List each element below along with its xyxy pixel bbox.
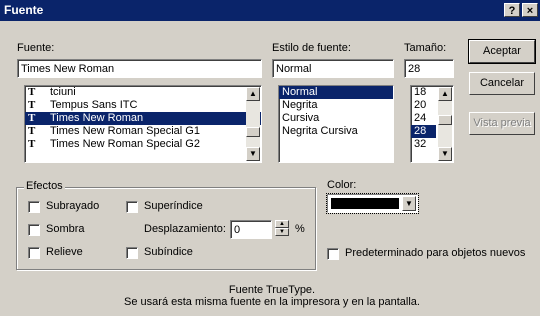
font-list-item-label: Times New Roman Special G2 (50, 138, 200, 150)
font-list-item-label: Times New Roman (50, 112, 144, 124)
font-list-item-label: tciuni (50, 86, 76, 98)
truetype-icon: T (28, 112, 36, 124)
size-list[interactable]: 18 20 24 28 32 ▲ ▼ (410, 85, 454, 163)
offset-label: Desplazamiento: (144, 223, 226, 235)
superscript-label[interactable]: Superíndice (144, 200, 203, 212)
font-list-item[interactable]: T Tempus Sans ITC (25, 99, 261, 112)
close-button[interactable]: × (522, 3, 538, 17)
chevron-down-icon[interactable]: ▼ (402, 196, 416, 211)
shadow-checkbox[interactable] (28, 224, 40, 236)
effects-label: Efectos (24, 180, 65, 192)
subscript-label[interactable]: Subíndice (144, 246, 193, 258)
font-list-item[interactable]: T Times New Roman Special G1 (25, 125, 261, 138)
window-title: Fuente (4, 3, 44, 17)
size-input-box[interactable] (405, 60, 453, 77)
style-list-item[interactable]: Normal (279, 86, 393, 99)
scroll-down-icon[interactable]: ▼ (438, 147, 452, 161)
font-input[interactable] (17, 59, 262, 78)
font-info-line1: Fuente TrueType. (228, 284, 316, 296)
scroll-up-icon[interactable]: ▲ (438, 87, 452, 101)
default-checkbox-label[interactable]: Predeterminado para objetos nuevos (345, 247, 525, 259)
font-list-item[interactable]: T Times New Roman (25, 112, 261, 125)
color-select[interactable]: ▼ (326, 193, 419, 214)
shadow-label[interactable]: Sombra (46, 223, 85, 235)
scroll-down-icon[interactable]: ▼ (246, 147, 260, 161)
spin-up-icon[interactable]: ▲ (275, 220, 289, 228)
style-label: Estilo de fuente: (272, 42, 351, 54)
underline-label[interactable]: Subrayado (46, 200, 99, 212)
font-list-item-label: Tempus Sans ITC (50, 99, 138, 111)
style-list-item[interactable]: Negrita Cursiva (279, 125, 393, 138)
size-list-item[interactable]: 24 (411, 112, 436, 125)
help-button[interactable]: ? (504, 3, 520, 17)
truetype-icon: T (28, 86, 36, 98)
truetype-icon: T (28, 138, 36, 150)
accept-button[interactable]: Aceptar (468, 39, 536, 64)
scroll-thumb[interactable] (438, 115, 452, 125)
size-list-item[interactable]: 18 (411, 86, 436, 99)
truetype-icon: T (28, 99, 36, 111)
font-input-box[interactable] (18, 60, 261, 77)
spin-down-icon[interactable]: ▼ (275, 228, 289, 236)
superscript-checkbox[interactable] (126, 201, 138, 213)
color-label: Color: (327, 179, 357, 191)
default-checkbox[interactable] (327, 248, 339, 260)
size-list-item[interactable]: 20 (411, 99, 436, 112)
offset-spinner[interactable]: ▲ ▼ (275, 220, 289, 236)
truetype-icon: T (28, 125, 36, 137)
font-info: Fuente TrueType. Se usará esta misma fue… (16, 284, 528, 308)
style-input[interactable] (272, 59, 394, 78)
relief-checkbox[interactable] (28, 247, 40, 259)
font-list-item[interactable]: Ttciuni (25, 86, 261, 99)
font-list[interactable]: Ttciuni T Tempus Sans ITC T Times New Roman T… (24, 85, 262, 163)
scroll-thumb[interactable] (246, 127, 260, 137)
font-list-scrollbar[interactable]: ▲ ▼ (246, 87, 260, 161)
font-info-line2: Se usará esta misma fuente en la impreso… (124, 296, 420, 308)
size-input[interactable] (404, 59, 454, 78)
offset-input-box[interactable] (231, 221, 271, 238)
size-list-scrollbar[interactable]: ▲ ▼ (438, 87, 452, 161)
font-list-item-label: Times New Roman Special G1 (50, 125, 200, 137)
font-list-item[interactable]: T Times New Roman Special G2 (25, 138, 261, 151)
font-label: Fuente: (17, 42, 55, 54)
style-list[interactable]: Normal Negrita Cursiva Negrita Cursiva (278, 85, 394, 163)
preview-button[interactable]: Vista previa (469, 112, 535, 135)
cancel-button[interactable]: Cancelar (469, 72, 535, 95)
subscript-checkbox[interactable] (126, 247, 138, 259)
size-label: Tamaño: (404, 42, 447, 54)
title-bar: Fuente ? × (0, 0, 540, 21)
size-list-item[interactable]: 32 (411, 138, 436, 151)
offset-input[interactable] (230, 220, 272, 239)
offset-unit: % (295, 223, 305, 235)
style-input-box[interactable] (273, 60, 393, 77)
underline-checkbox[interactable] (28, 201, 40, 213)
color-swatch (331, 198, 399, 209)
relief-label[interactable]: Relieve (46, 246, 83, 258)
font-list-items: Ttciuni T Tempus Sans ITC T Times New Roman T… (25, 86, 261, 151)
size-list-item[interactable]: 28 (411, 125, 436, 138)
style-list-items: Normal Negrita Cursiva Negrita Cursiva (279, 86, 393, 138)
style-list-item[interactable]: Negrita (279, 99, 393, 112)
font-dialog: Fuente ? × Fuente: TtciuniTTempus Sans I… (0, 0, 540, 316)
style-list-item[interactable]: Cursiva (279, 112, 393, 125)
scroll-up-icon[interactable]: ▲ (246, 87, 260, 101)
